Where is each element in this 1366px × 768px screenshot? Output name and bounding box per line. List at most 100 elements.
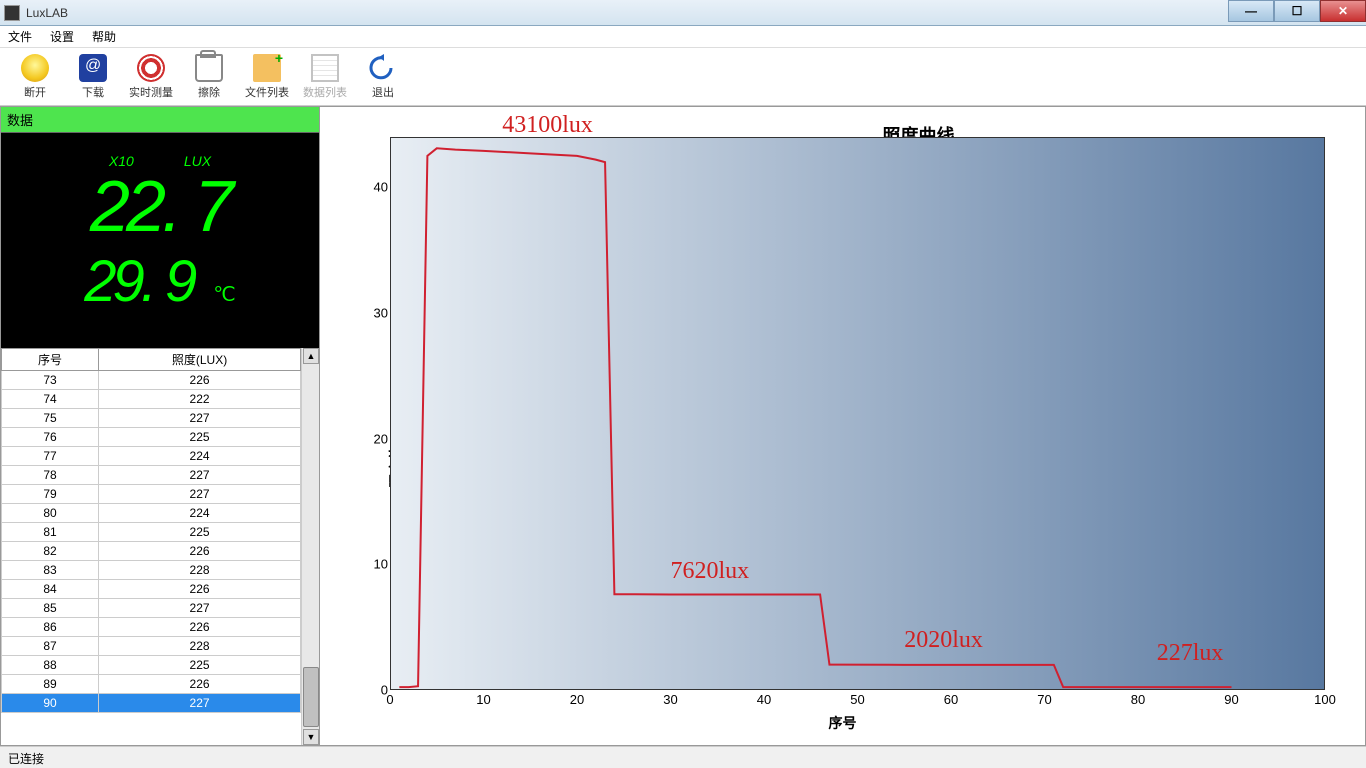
table-row[interactable]: 78227	[2, 466, 301, 485]
toolbar-label: 实时测量	[129, 84, 173, 100]
y-axis: 010203040	[350, 137, 388, 690]
chart-annotation: 227lux	[1157, 640, 1224, 667]
x-tick: 20	[570, 692, 584, 707]
cell-index: 74	[2, 390, 99, 409]
toolbar-label: 文件列表	[245, 84, 289, 100]
datalist-button[interactable]: 数据列表	[300, 52, 350, 100]
folder-icon	[253, 54, 281, 82]
x-tick: 50	[850, 692, 864, 707]
table-row[interactable]: 85227	[2, 599, 301, 618]
cell-lux: 225	[99, 428, 301, 447]
cell-index: 73	[2, 371, 99, 390]
table-row[interactable]: 87228	[2, 637, 301, 656]
table-row[interactable]: 89226	[2, 675, 301, 694]
table-row[interactable]: 74222	[2, 390, 301, 409]
cell-lux: 227	[99, 694, 301, 713]
toolbar-label: 下载	[82, 84, 104, 100]
cell-lux: 222	[99, 390, 301, 409]
cell-lux: 226	[99, 542, 301, 561]
menu-settings[interactable]: 设置	[50, 28, 74, 45]
col-index[interactable]: 序号	[2, 349, 99, 371]
calendar-icon	[311, 54, 339, 82]
data-panel-header: 数据	[1, 107, 319, 133]
cell-lux: 226	[99, 618, 301, 637]
cell-lux: 224	[99, 447, 301, 466]
toolbar-label: 擦除	[198, 84, 220, 100]
table-row[interactable]: 73226	[2, 371, 301, 390]
scroll-thumb[interactable]	[303, 667, 319, 727]
table-row[interactable]: 84226	[2, 580, 301, 599]
cell-lux: 227	[99, 409, 301, 428]
filelist-button[interactable]: 文件列表	[242, 52, 292, 100]
app-icon	[4, 5, 20, 21]
x-tick: 40	[757, 692, 771, 707]
trash-icon	[195, 54, 223, 82]
label-lux: LUX	[184, 153, 211, 169]
cell-lux: 226	[99, 580, 301, 599]
table-row[interactable]: 76225	[2, 428, 301, 447]
table-row[interactable]: 80224	[2, 504, 301, 523]
scroll-down-icon[interactable]: ▼	[303, 729, 319, 745]
table-row[interactable]: 88225	[2, 656, 301, 675]
chart-annotation: 2020lux	[904, 627, 983, 654]
cell-index: 90	[2, 694, 99, 713]
cell-index: 87	[2, 637, 99, 656]
menu-help[interactable]: 帮助	[92, 28, 116, 45]
table-row[interactable]: 82226	[2, 542, 301, 561]
cell-index: 78	[2, 466, 99, 485]
x-tick: 10	[476, 692, 490, 707]
y-tick: 0	[352, 683, 388, 698]
x-axis: 0102030405060708090100	[390, 692, 1325, 712]
erase-button[interactable]: 擦除	[184, 52, 234, 100]
cell-lux: 225	[99, 656, 301, 675]
toolbar-label: 断开	[24, 84, 46, 100]
table-row[interactable]: 75227	[2, 409, 301, 428]
table-scrollbar[interactable]: ▲ ▼	[301, 348, 319, 745]
cell-index: 85	[2, 599, 99, 618]
menu-file[interactable]: 文件	[8, 28, 32, 45]
cell-lux: 225	[99, 523, 301, 542]
bulb-icon	[21, 54, 49, 82]
exit-button[interactable]: 退出	[358, 52, 408, 100]
x-tick: 80	[1131, 692, 1145, 707]
chart-panel: 照度曲线 照度值(LUX) (10^3) 序号 010203040 010203…	[320, 106, 1366, 746]
cell-index: 81	[2, 523, 99, 542]
x-tick: 0	[386, 692, 393, 707]
window-minimize-button[interactable]: —	[1228, 0, 1274, 22]
download-button[interactable]: 下载	[68, 52, 118, 100]
table-row[interactable]: 90227	[2, 694, 301, 713]
y-tick: 10	[352, 557, 388, 572]
table-row[interactable]: 77224	[2, 447, 301, 466]
window-maximize-button[interactable]: ☐	[1274, 0, 1320, 22]
cell-lux: 226	[99, 371, 301, 390]
x-tick: 30	[663, 692, 677, 707]
cell-lux: 224	[99, 504, 301, 523]
exit-arrow-icon	[369, 54, 397, 82]
realtime-button[interactable]: 实时测量	[126, 52, 176, 100]
cell-index: 83	[2, 561, 99, 580]
cell-index: 84	[2, 580, 99, 599]
disconnect-button[interactable]: 断开	[10, 52, 60, 100]
window-close-button[interactable]: ✕	[1320, 0, 1366, 22]
table-row[interactable]: 86226	[2, 618, 301, 637]
toolbar-label: 退出	[372, 84, 394, 100]
window-title: LuxLAB	[26, 6, 68, 20]
lifebuoy-icon	[137, 54, 165, 82]
cell-lux: 227	[99, 466, 301, 485]
cell-index: 80	[2, 504, 99, 523]
scroll-up-icon[interactable]: ▲	[303, 348, 319, 364]
y-tick: 40	[352, 180, 388, 195]
x-axis-label: 序号	[829, 713, 857, 733]
table-row[interactable]: 83228	[2, 561, 301, 580]
chart-annotation: 7620lux	[671, 558, 750, 585]
curve-line	[390, 137, 1325, 690]
label-x10: X10	[109, 153, 134, 169]
col-lux[interactable]: 照度(LUX)	[99, 349, 301, 371]
statusbar: 已连接	[0, 746, 1366, 768]
table-row[interactable]: 81225	[2, 523, 301, 542]
cell-lux: 228	[99, 637, 301, 656]
cell-index: 77	[2, 447, 99, 466]
y-tick: 30	[352, 305, 388, 320]
table-row[interactable]: 79227	[2, 485, 301, 504]
window-titlebar: LuxLAB — ☐ ✕	[0, 0, 1366, 26]
